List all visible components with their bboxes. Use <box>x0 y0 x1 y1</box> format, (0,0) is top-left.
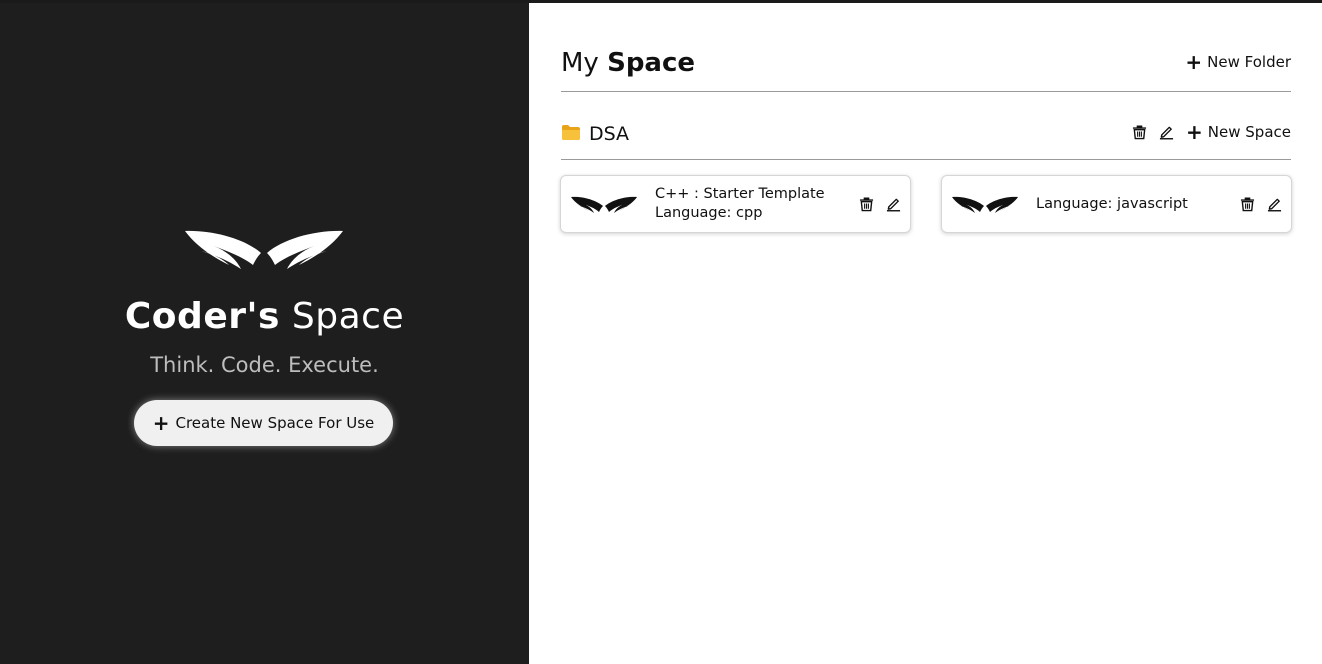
plus-icon: + <box>1186 120 1203 144</box>
space-card[interactable]: Language: javascript <box>941 175 1292 233</box>
plus-icon: + <box>1185 50 1203 74</box>
folder-actions: + New Space <box>1132 120 1291 144</box>
edit-icon[interactable] <box>886 196 901 212</box>
page-title-prefix: My <box>561 48 599 78</box>
create-new-space-button[interactable]: + Create New Space For Use <box>134 400 393 446</box>
new-folder-label: New Folder <box>1207 53 1291 71</box>
space-language: Language: cpp <box>655 205 763 221</box>
brand-title-strong: Coder's <box>124 296 280 337</box>
space-card-text: Language: javascript <box>1036 195 1188 214</box>
trash-icon[interactable] <box>1132 124 1147 140</box>
space-card[interactable]: C++ : Starter Template Language: cpp <box>560 175 911 233</box>
space-language: Language: javascript <box>1036 196 1188 212</box>
brand-title: Coder's Space <box>0 293 529 341</box>
wings-logo-icon <box>952 196 1018 213</box>
workspace-panel: My Space + New Folder DSA + New Space C+… <box>529 3 1322 664</box>
edit-icon[interactable] <box>1267 196 1282 212</box>
space-card-actions <box>859 196 901 212</box>
folder-row[interactable]: DSA + New Space <box>561 115 1291 160</box>
space-title: C++ : Starter Template <box>655 186 825 202</box>
plus-icon: + <box>152 411 170 435</box>
space-card-text: C++ : Starter Template Language: cpp <box>655 185 825 223</box>
folder-icon <box>562 125 580 140</box>
page-title: My Space <box>561 45 695 81</box>
create-new-space-label: Create New Space For Use <box>175 414 375 432</box>
wings-logo-icon <box>571 196 637 213</box>
trash-icon[interactable] <box>859 196 874 212</box>
folder-name: DSA <box>589 123 630 145</box>
new-folder-button[interactable]: + New Folder <box>1185 50 1291 74</box>
tagline: Think. Code. Execute. <box>150 353 379 377</box>
page-header: My Space + New Folder <box>561 45 1291 92</box>
brand-title-light: Space <box>291 296 405 337</box>
edit-icon[interactable] <box>1159 124 1174 140</box>
trash-icon[interactable] <box>1240 196 1255 212</box>
page-title-bold: Space <box>607 48 696 78</box>
space-card-actions <box>1240 196 1282 212</box>
new-space-button[interactable]: + New Space <box>1186 120 1291 144</box>
new-space-label: New Space <box>1207 123 1291 141</box>
wings-logo-icon <box>185 230 343 269</box>
brand-panel: Coder's Space Think. Code. Execute. + Cr… <box>0 3 529 664</box>
